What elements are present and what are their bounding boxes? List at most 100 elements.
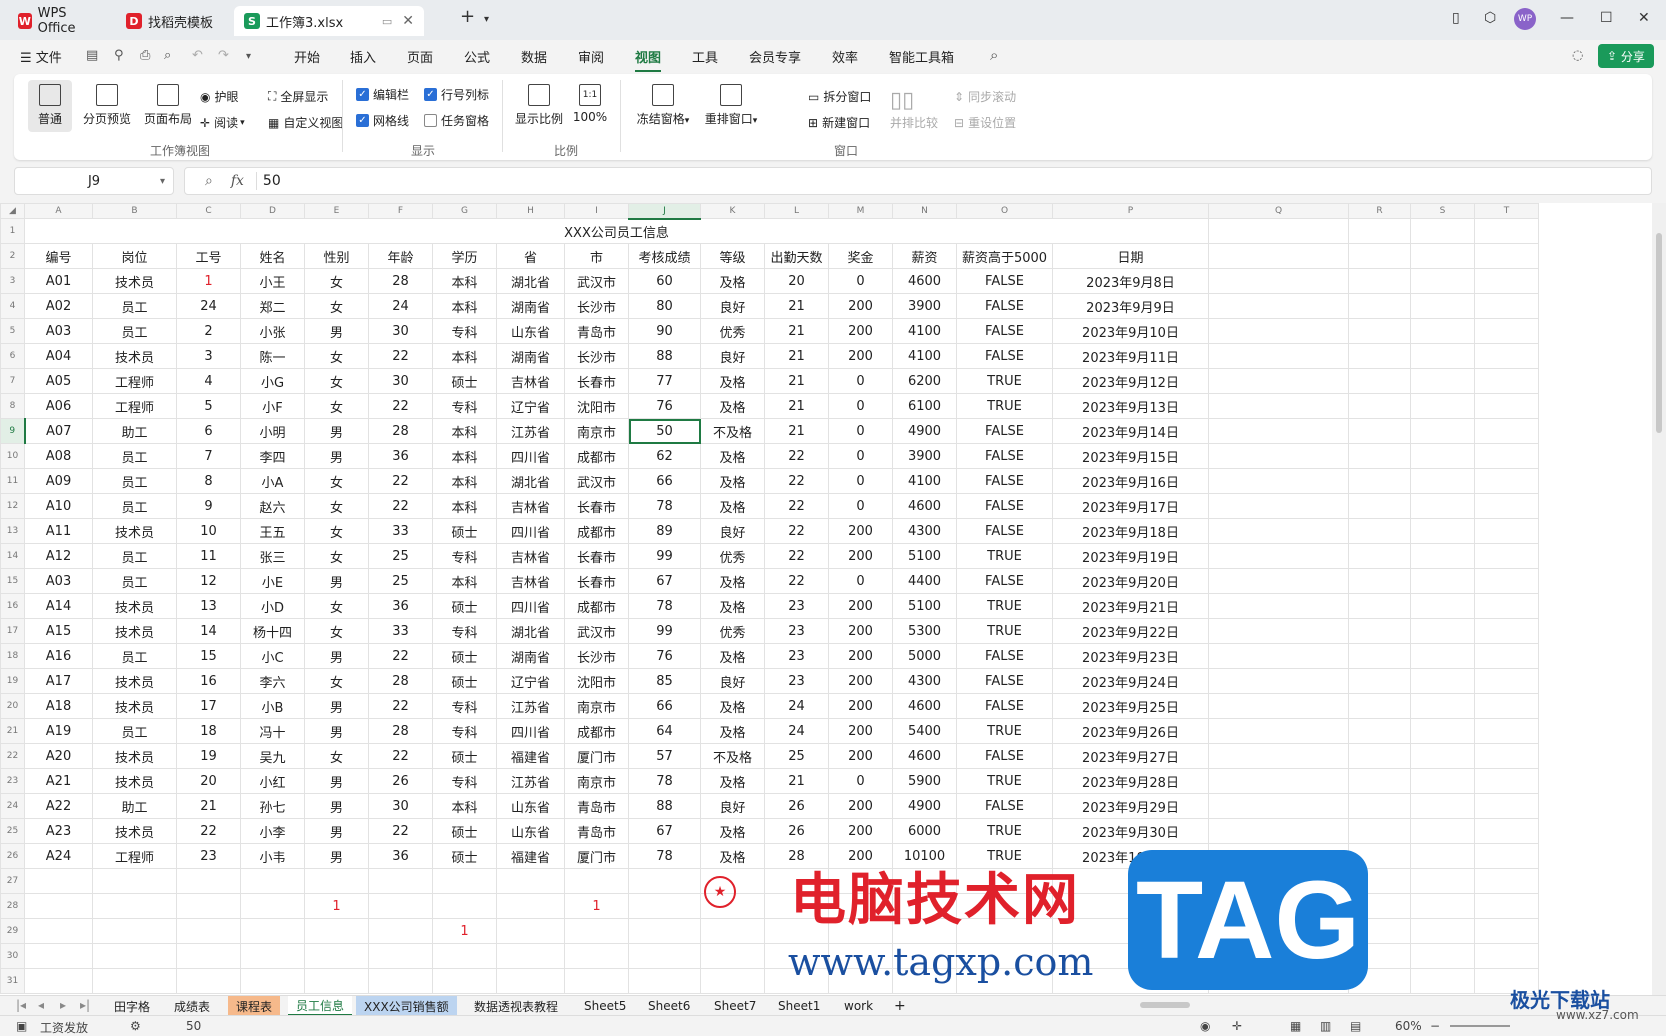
data-cell[interactable]: 技术员 bbox=[92, 618, 177, 644]
cell[interactable] bbox=[628, 943, 701, 969]
cell[interactable] bbox=[24, 868, 93, 894]
data-cell[interactable]: 2023年9月17日 bbox=[1052, 493, 1209, 519]
data-cell[interactable]: 4900 bbox=[892, 793, 957, 819]
cell[interactable] bbox=[1208, 768, 1349, 794]
data-cell[interactable]: A10 bbox=[24, 493, 93, 519]
column-header[interactable]: P bbox=[1052, 203, 1209, 219]
data-cell[interactable]: 36 bbox=[368, 593, 433, 619]
column-header[interactable]: N bbox=[892, 203, 957, 219]
cell[interactable] bbox=[1410, 943, 1475, 969]
data-cell[interactable]: FALSE bbox=[956, 318, 1053, 344]
data-cell[interactable]: 硕士 bbox=[432, 818, 497, 844]
data-cell[interactable]: 28 bbox=[368, 268, 433, 294]
data-cell[interactable]: 5100 bbox=[892, 593, 957, 619]
data-cell[interactable]: 吴九 bbox=[240, 743, 305, 769]
data-cell[interactable]: FALSE bbox=[956, 643, 1053, 669]
data-cell[interactable]: 员工 bbox=[92, 643, 177, 669]
row-header[interactable]: 28 bbox=[0, 893, 25, 919]
data-cell[interactable]: 36 bbox=[368, 843, 433, 869]
data-cell[interactable]: FALSE bbox=[956, 743, 1053, 769]
data-cell[interactable]: 女 bbox=[304, 668, 369, 694]
data-cell[interactable]: 小王 bbox=[240, 268, 305, 294]
cell[interactable] bbox=[1348, 768, 1411, 794]
data-cell[interactable]: A06 bbox=[24, 393, 93, 419]
name-box[interactable]: J9 ▾ bbox=[14, 167, 174, 195]
data-cell[interactable]: 长沙市 bbox=[564, 343, 629, 369]
data-cell[interactable]: 2023年9月10日 bbox=[1052, 318, 1209, 344]
data-cell[interactable]: 及格 bbox=[700, 593, 765, 619]
data-cell[interactable]: 及格 bbox=[700, 643, 765, 669]
cell[interactable] bbox=[1474, 393, 1539, 419]
data-cell[interactable]: 本科 bbox=[432, 493, 497, 519]
data-cell[interactable]: 员工 bbox=[92, 568, 177, 594]
column-header[interactable]: A bbox=[24, 203, 93, 219]
data-cell[interactable]: 小C bbox=[240, 643, 305, 669]
sheet-tab[interactable]: 田字格 bbox=[106, 996, 158, 1016]
sync-scroll-button[interactable]: ⇕ 同步滚动 bbox=[954, 88, 1016, 105]
cell[interactable] bbox=[1410, 543, 1475, 569]
data-cell[interactable]: 22 bbox=[764, 568, 829, 594]
cell[interactable] bbox=[1474, 293, 1539, 319]
cell[interactable] bbox=[1348, 268, 1411, 294]
data-cell[interactable]: 3900 bbox=[892, 443, 957, 469]
cell[interactable] bbox=[700, 918, 765, 944]
print-icon[interactable]: ⎙ bbox=[140, 48, 150, 63]
cell[interactable] bbox=[1348, 593, 1411, 619]
cell[interactable] bbox=[240, 893, 305, 919]
data-cell[interactable]: TRUE bbox=[956, 618, 1053, 644]
data-cell[interactable]: 及格 bbox=[700, 468, 765, 494]
data-cell[interactable]: 99 bbox=[628, 618, 701, 644]
cell[interactable] bbox=[1474, 268, 1539, 294]
cell[interactable] bbox=[496, 868, 565, 894]
cell[interactable] bbox=[240, 943, 305, 969]
tab-workbook[interactable]: S 工作簿3.xlsx ▭ ✕ bbox=[234, 6, 424, 36]
data-cell[interactable]: 工程师 bbox=[92, 393, 177, 419]
header-cell[interactable]: 省 bbox=[496, 243, 565, 269]
data-cell[interactable]: 技术员 bbox=[92, 593, 177, 619]
row-header[interactable]: 23 bbox=[0, 768, 25, 794]
data-cell[interactable]: 22 bbox=[764, 468, 829, 494]
column-header[interactable]: I bbox=[564, 203, 629, 219]
arrange-window-button[interactable]: 重排窗口▾ bbox=[700, 84, 762, 127]
data-cell[interactable]: 2023年9月18日 bbox=[1052, 518, 1209, 544]
cell[interactable] bbox=[1410, 918, 1475, 944]
data-cell[interactable]: 64 bbox=[628, 718, 701, 744]
data-cell[interactable]: 良好 bbox=[700, 343, 765, 369]
page-layout-button[interactable]: 页面布局 bbox=[140, 84, 196, 127]
row-header[interactable]: 14 bbox=[0, 543, 25, 569]
data-cell[interactable]: 4600 bbox=[892, 268, 957, 294]
data-cell[interactable]: 小张 bbox=[240, 318, 305, 344]
data-cell[interactable]: 专科 bbox=[432, 318, 497, 344]
row-header[interactable]: 6 bbox=[0, 343, 25, 369]
data-cell[interactable]: 本科 bbox=[432, 793, 497, 819]
header-cell[interactable]: 岗位 bbox=[92, 243, 177, 269]
data-cell[interactable]: 张三 bbox=[240, 543, 305, 569]
cell[interactable] bbox=[1474, 668, 1539, 694]
data-cell[interactable]: 及格 bbox=[700, 718, 765, 744]
cell[interactable] bbox=[92, 868, 177, 894]
cell[interactable] bbox=[496, 893, 565, 919]
cell[interactable] bbox=[1474, 843, 1539, 869]
row-header[interactable]: 22 bbox=[0, 743, 25, 769]
cell[interactable] bbox=[1208, 643, 1349, 669]
data-cell[interactable]: 4 bbox=[176, 368, 241, 394]
menu-review[interactable]: 审阅 bbox=[578, 47, 604, 66]
data-cell[interactable]: 优秀 bbox=[700, 618, 765, 644]
cell[interactable] bbox=[432, 893, 497, 919]
minimize-icon[interactable]: — bbox=[1560, 10, 1574, 26]
row-header[interactable]: 24 bbox=[0, 793, 25, 819]
data-cell[interactable]: 员工 bbox=[92, 543, 177, 569]
cell[interactable] bbox=[1410, 668, 1475, 694]
cell[interactable] bbox=[176, 943, 241, 969]
column-header[interactable]: H bbox=[496, 203, 565, 219]
data-cell[interactable]: 女 bbox=[304, 268, 369, 294]
zoom-ratio-button[interactable]: 显示比例 bbox=[512, 84, 566, 127]
checkbox-formula-bar[interactable]: ✓ 编辑栏 bbox=[356, 86, 409, 103]
monitor-icon[interactable]: ▭ bbox=[382, 15, 392, 28]
search-icon[interactable]: ⌕ bbox=[990, 46, 998, 64]
data-cell[interactable]: A03 bbox=[24, 318, 93, 344]
cell[interactable] bbox=[1208, 818, 1349, 844]
cell[interactable] bbox=[1410, 393, 1475, 419]
cell[interactable] bbox=[1208, 618, 1349, 644]
data-cell[interactable]: 成都市 bbox=[564, 443, 629, 469]
